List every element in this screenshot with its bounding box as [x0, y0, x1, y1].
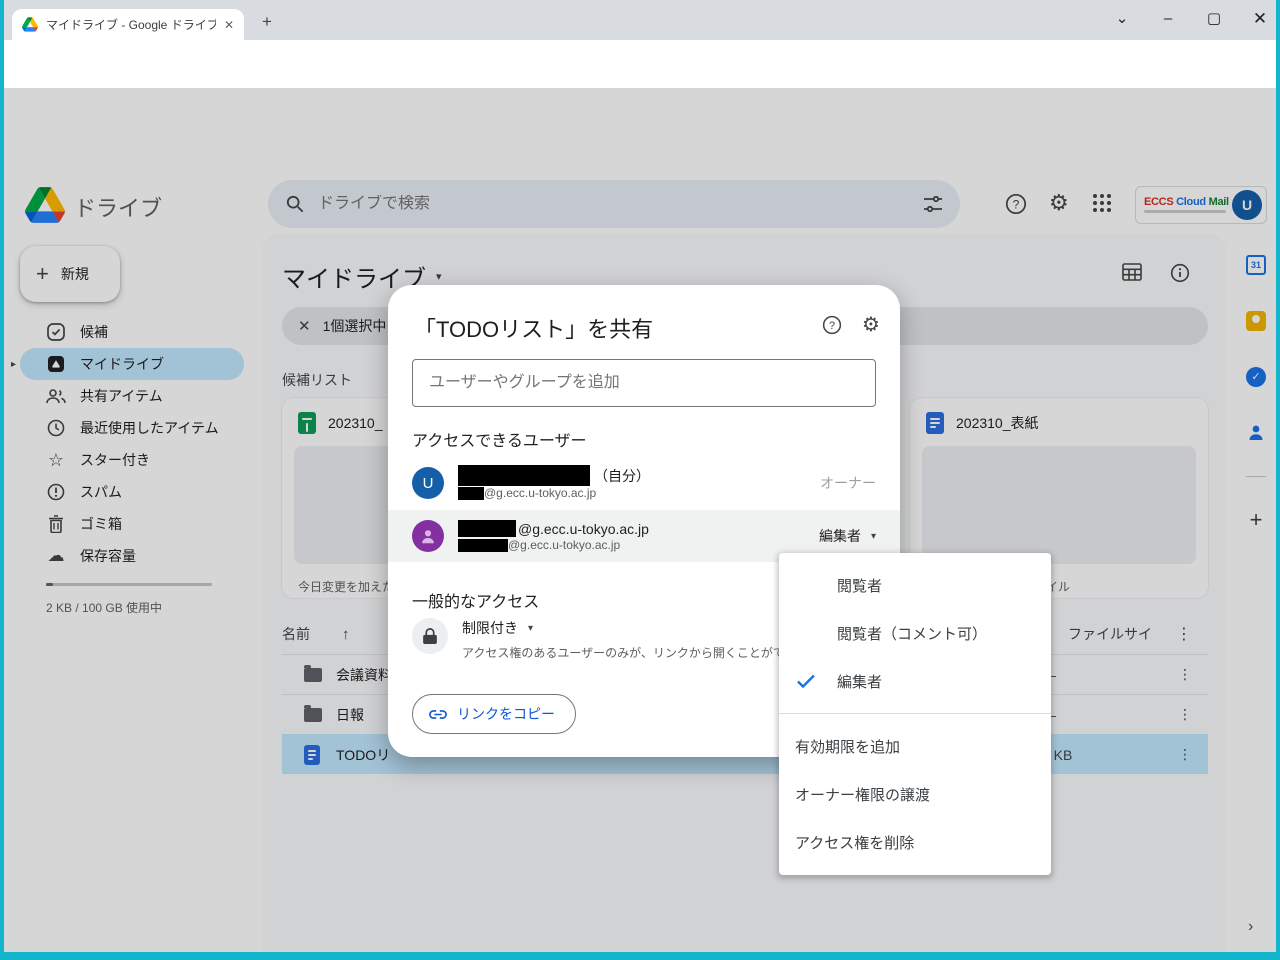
- menu-item-add-expiration[interactable]: 有効期限を追加: [779, 722, 1051, 770]
- menu-item-editor[interactable]: 編集者: [779, 657, 1051, 705]
- role-menu: 閲覧者 閲覧者（コメント可） 編集者 有効期限を追加 オーナー権限の譲渡 アクセ…: [779, 553, 1051, 875]
- tab-close-icon[interactable]: ✕: [224, 18, 234, 32]
- dialog-settings-icon[interactable]: ⚙: [862, 312, 880, 337]
- window-menu-icon[interactable]: ⌄: [1105, 4, 1139, 34]
- menu-item-transfer-ownership[interactable]: オーナー権限の譲渡: [779, 770, 1051, 818]
- check-icon: [796, 673, 816, 689]
- user-avatar: [412, 520, 444, 552]
- menu-item-commenter[interactable]: 閲覧者（コメント可）: [779, 609, 1051, 657]
- menu-divider: [779, 713, 1051, 714]
- role-owner-label: オーナー: [820, 473, 876, 493]
- redacted-email-prefix: [458, 539, 508, 552]
- copy-link-button[interactable]: リンクをコピー: [412, 694, 576, 734]
- role-dropdown[interactable]: 編集者▾: [819, 526, 876, 546]
- drive-favicon: [22, 17, 38, 32]
- window-minimize-button[interactable]: –: [1151, 4, 1185, 34]
- add-people-input[interactable]: [412, 359, 876, 407]
- user-row-owner[interactable]: U （自分） @g.ecc.u-tokyo.ac.jp オーナー: [388, 457, 900, 509]
- window-maximize-button[interactable]: ▢: [1197, 4, 1231, 34]
- link-icon: [429, 710, 447, 719]
- tab-strip: マイドライブ - Google ドライブ ✕ + ⌄ – ▢ ✕: [4, 0, 1276, 40]
- chevron-down-icon: ▾: [871, 531, 876, 542]
- chevron-down-icon: ▾: [528, 623, 533, 634]
- redacted-name: [458, 465, 590, 486]
- browser-tab[interactable]: マイドライブ - Google ドライブ ✕: [12, 9, 244, 40]
- menu-item-viewer[interactable]: 閲覧者: [779, 561, 1051, 609]
- browser-toolbar: ← → ↻ drive.google.com/drive/my-drive ☆ …: [4, 40, 1276, 88]
- restricted-lock-icon: [412, 618, 448, 654]
- menu-item-remove-access[interactable]: アクセス権を削除: [779, 818, 1051, 866]
- tab-title: マイドライブ - Google ドライブ: [46, 16, 216, 33]
- dialog-title: 「TODOリスト」を共有: [414, 312, 653, 344]
- people-section-heading: アクセスできるユーザー: [412, 427, 587, 451]
- browser-window: マイドライブ - Google ドライブ ✕ + ⌄ – ▢ ✕ ← → ↻ d…: [0, 0, 1280, 960]
- rail-collapse-chevron-icon[interactable]: ›: [1248, 918, 1253, 936]
- new-tab-button[interactable]: +: [262, 12, 272, 32]
- svg-text:?: ?: [829, 320, 835, 332]
- general-access-heading: 一般的なアクセス: [412, 588, 539, 612]
- window-close-button[interactable]: ✕: [1243, 4, 1276, 34]
- user-avatar: U: [412, 467, 444, 499]
- redacted-email-prefix: [458, 487, 484, 500]
- dialog-help-icon[interactable]: ?: [822, 315, 842, 335]
- redacted-name: [458, 520, 516, 537]
